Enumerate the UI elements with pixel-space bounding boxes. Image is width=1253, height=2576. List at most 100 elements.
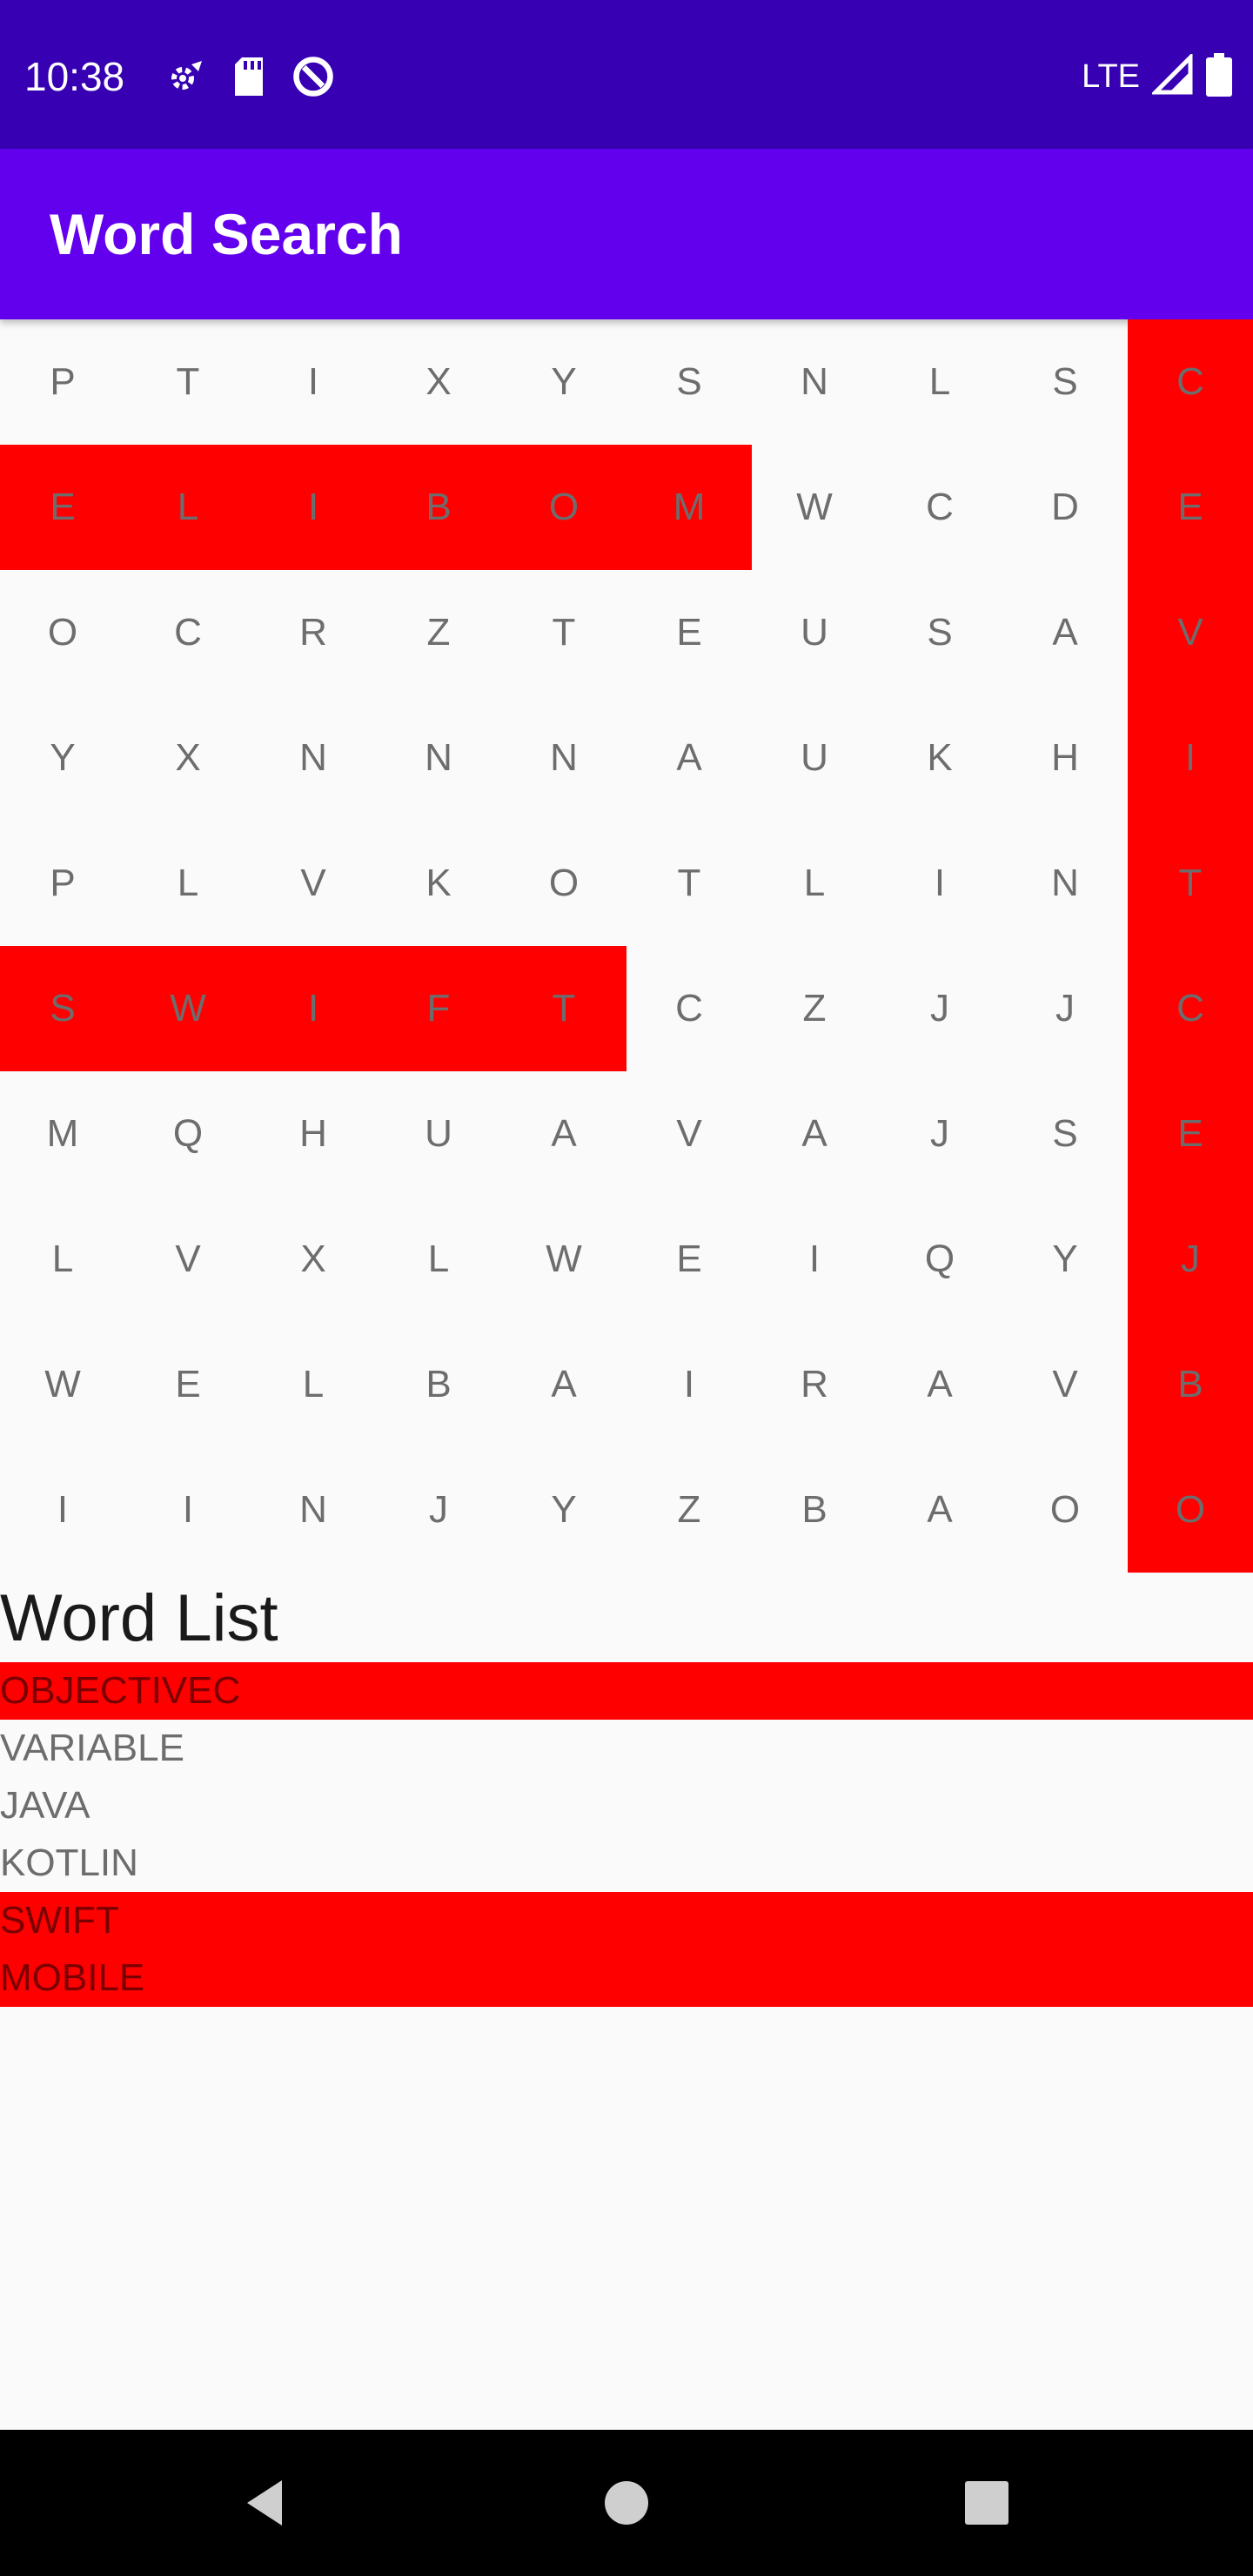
recents-icon[interactable] [950,2466,1023,2539]
grid-cell[interactable]: I [0,1447,125,1573]
grid-cell[interactable]: L [125,445,251,570]
grid-cell[interactable]: C [1128,319,1253,445]
grid-cell[interactable]: N [251,695,376,821]
grid-cell[interactable]: I [1128,695,1253,821]
grid-cell[interactable]: Z [752,946,877,1071]
grid-cell[interactable]: I [752,1197,877,1322]
grid-cell[interactable]: W [125,946,251,1071]
grid-cell[interactable]: W [752,445,877,570]
grid-cell[interactable]: O [501,445,626,570]
grid-cell[interactable]: H [1002,695,1128,821]
grid-cell[interactable]: O [1002,1447,1128,1573]
grid-cell[interactable]: N [251,1447,376,1573]
grid-cell[interactable]: N [752,319,877,445]
grid-cell[interactable]: A [626,695,752,821]
grid-cell[interactable]: E [0,445,125,570]
grid-cell[interactable]: J [1002,946,1128,1071]
grid-cell[interactable]: E [1128,445,1253,570]
grid-cell[interactable]: A [877,1322,1002,1447]
grid-cell[interactable]: M [0,1071,125,1197]
grid-cell[interactable]: I [251,946,376,1071]
grid-cell[interactable]: B [752,1447,877,1573]
grid-cell[interactable]: P [0,821,125,946]
grid-cell[interactable]: J [376,1447,501,1573]
grid-cell[interactable]: S [1002,319,1128,445]
grid-cell[interactable]: L [251,1322,376,1447]
grid-cell[interactable]: Z [626,1447,752,1573]
grid-cell[interactable]: V [125,1197,251,1322]
grid-cell[interactable]: X [125,695,251,821]
grid-cell[interactable]: T [626,821,752,946]
grid-cell[interactable]: W [501,1197,626,1322]
grid-cell[interactable]: N [1002,821,1128,946]
word-search-grid[interactable]: PTIXYSNLSCELIBOMWCDEOCRZTEUSAVYXNNNAUKHI… [0,319,1253,1573]
grid-cell[interactable]: J [1128,1197,1253,1322]
grid-cell[interactable]: C [1128,946,1253,1071]
grid-cell[interactable]: O [1128,1447,1253,1573]
grid-cell[interactable]: A [752,1071,877,1197]
grid-cell[interactable]: L [376,1197,501,1322]
grid-cell[interactable]: Y [0,695,125,821]
grid-cell[interactable]: R [251,570,376,695]
grid-cell[interactable]: U [752,570,877,695]
grid-cell[interactable]: I [251,319,376,445]
grid-cell[interactable]: L [752,821,877,946]
grid-cell[interactable]: T [501,570,626,695]
grid-cell[interactable]: I [626,1322,752,1447]
home-icon[interactable] [590,2466,663,2539]
grid-cell[interactable]: A [501,1322,626,1447]
grid-cell[interactable]: N [501,695,626,821]
grid-cell[interactable]: C [877,445,1002,570]
grid-cell[interactable]: Q [125,1071,251,1197]
grid-cell[interactable]: Y [1002,1197,1128,1322]
grid-cell[interactable]: S [0,946,125,1071]
grid-cell[interactable]: E [626,1197,752,1322]
grid-cell[interactable]: K [877,695,1002,821]
grid-cell[interactable]: I [877,821,1002,946]
grid-cell[interactable]: J [877,1071,1002,1197]
grid-cell[interactable]: X [376,319,501,445]
grid-cell[interactable]: N [376,695,501,821]
grid-cell[interactable]: A [501,1071,626,1197]
grid-cell[interactable]: Q [877,1197,1002,1322]
grid-cell[interactable]: F [376,946,501,1071]
grid-cell[interactable]: C [626,946,752,1071]
grid-cell[interactable]: U [376,1071,501,1197]
grid-cell[interactable]: A [877,1447,1002,1573]
grid-cell[interactable]: E [1128,1071,1253,1197]
grid-cell[interactable]: Y [501,319,626,445]
grid-cell[interactable]: V [251,821,376,946]
grid-cell[interactable]: B [1128,1322,1253,1447]
grid-cell[interactable]: L [0,1197,125,1322]
grid-cell[interactable]: P [0,319,125,445]
grid-cell[interactable]: X [251,1197,376,1322]
grid-cell[interactable]: T [501,946,626,1071]
back-icon[interactable] [230,2466,303,2539]
grid-cell[interactable]: C [125,570,251,695]
grid-cell[interactable]: L [125,821,251,946]
grid-cell[interactable]: T [1128,821,1253,946]
grid-cells[interactable]: PTIXYSNLSCELIBOMWCDEOCRZTEUSAVYXNNNAUKHI… [0,319,1253,1573]
grid-cell[interactable]: O [0,570,125,695]
grid-cell[interactable]: D [1002,445,1128,570]
grid-cell[interactable]: H [251,1071,376,1197]
grid-cell[interactable]: E [626,570,752,695]
grid-cell[interactable]: S [626,319,752,445]
grid-cell[interactable]: B [376,445,501,570]
grid-cell[interactable]: B [376,1322,501,1447]
grid-cell[interactable]: A [1002,570,1128,695]
grid-cell[interactable]: V [1002,1322,1128,1447]
grid-cell[interactable]: R [752,1322,877,1447]
grid-cell[interactable]: E [125,1322,251,1447]
grid-cell[interactable]: Z [376,570,501,695]
grid-cell[interactable]: K [376,821,501,946]
grid-cell[interactable]: M [626,445,752,570]
grid-cell[interactable]: U [752,695,877,821]
grid-cell[interactable]: S [1002,1071,1128,1197]
grid-cell[interactable]: O [501,821,626,946]
grid-cell[interactable]: J [877,946,1002,1071]
grid-cell[interactable]: I [125,1447,251,1573]
grid-cell[interactable]: T [125,319,251,445]
grid-cell[interactable]: W [0,1322,125,1447]
grid-cell[interactable]: S [877,570,1002,695]
